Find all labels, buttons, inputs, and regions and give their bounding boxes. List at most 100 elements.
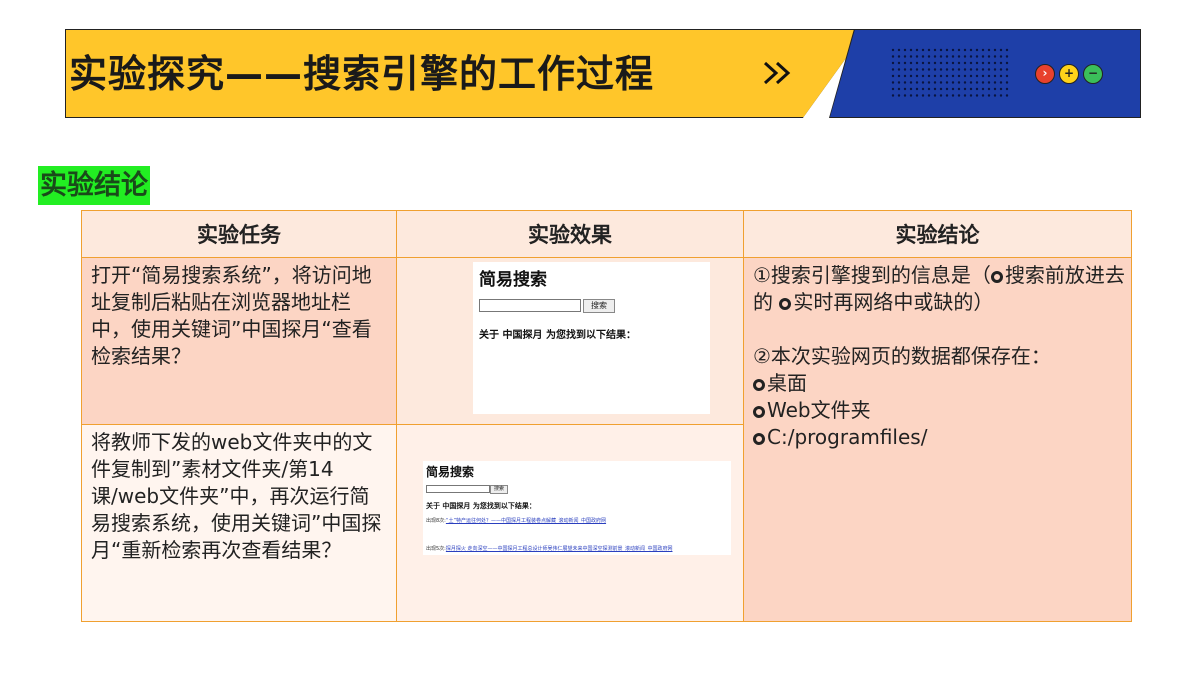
option-desktop[interactable]: 桌面 [753,370,1125,397]
decoration-dot [981,87,985,91]
decoration-dot [927,94,931,97]
decoration-dot [933,94,937,97]
screenshot-title: 简易搜索 [479,270,547,290]
decoration-dot [927,68,931,71]
task-text-2: 将教师下发的web文件夹中的文件复制到”素材文件夹/第14课/web文件夹”中，… [91,430,382,562]
decoration-dot [927,48,931,52]
decoration-dot [957,81,961,84]
decoration-dot [987,55,991,58]
radio-circle-icon[interactable] [753,379,765,391]
result-line-2: 出现5次:探月探火 走向深空——中国探月工程总设计师吴伟仁展望未来中国深空探测前… [426,546,673,552]
decoration-dot [993,48,997,52]
decoration-dot [903,48,907,52]
decoration-dot [933,48,937,52]
screenshot-search-input [479,299,581,312]
decoration-dot [951,48,955,52]
q1-option-2: 实时再网络中或缺的） [793,290,994,314]
decoration-dot [999,55,1003,58]
radio-circle-icon[interactable] [753,406,765,418]
decoration-dot [939,68,943,71]
decoration-dot [993,87,997,91]
decoration-dot [927,81,931,84]
decoration-dot [1005,55,1009,58]
minus-icon[interactable]: − [1083,64,1103,84]
radio-circle-icon[interactable] [753,433,765,445]
decoration-dot [975,87,979,91]
decoration-dot [945,68,949,71]
conclusion-text: ①搜索引擎搜到的信息是（ 搜索前放进去的 实时再网络中或缺的） ②本次实验网页的数… [744,258,1131,451]
decoration-dot [933,81,937,84]
decoration-dot [891,94,895,97]
decoration-dot [987,48,991,52]
decoration-dot [969,68,973,71]
decoration-dot [999,48,1003,52]
table-header-row: 实验任务 实验效果 实验结论 [81,210,1132,258]
table-row: 打开“简易搜索系统”，将访问地址复制后粘贴在浏览器地址栏中，使用关键词”中国探月… [81,257,1132,622]
decoration-dot [993,94,997,97]
decoration-dot [963,74,967,78]
decoration-dot [951,87,955,91]
decoration-dot [921,87,925,91]
decoration-dot [975,81,979,84]
decoration-dot [909,55,913,58]
radio-circle-icon[interactable] [990,271,1003,283]
decoration-dot [939,87,943,91]
q2-text: ②本次实验网页的数据都保存在： [753,344,1051,368]
decoration-dot [939,81,943,84]
decoration-dot [963,81,967,84]
decoration-dot [891,68,895,71]
decoration-dot [897,74,901,78]
decoration-dot [981,55,985,58]
decoration-dot [921,48,925,52]
option-web-folder[interactable]: Web文件夹 [753,397,1125,424]
decoration-dot [975,68,979,71]
section-tag: 实验结论 [38,166,150,205]
decoration-dot [999,87,1003,91]
plus-icon[interactable]: + [1059,64,1079,84]
result-line-1: 出现8次:“土”特产运往何处？——中国探月工程装卷点解藏_滚动新闻_中国政府网 [426,518,607,524]
decoration-dot [987,68,991,71]
decoration-dot [963,87,967,91]
decoration-dot [951,68,955,71]
decoration-dot [945,94,949,97]
decoration-dot [957,74,961,78]
decoration-dot [957,87,961,91]
decoration-dot [915,55,919,58]
decoration-dot [945,61,949,65]
decoration-dot [981,81,985,84]
decoration-dot [993,61,997,65]
decoration-dot [945,48,949,52]
decoration-dot [891,55,895,58]
decoration-dot [915,61,919,65]
decoration-dot [921,74,925,78]
decoration-dot [915,48,919,52]
decoration-dot [963,55,967,58]
decoration-dot [933,74,937,78]
close-icon[interactable]: › [1035,64,1055,84]
radio-circle-icon[interactable] [779,298,792,310]
result-link-2[interactable]: 探月探火 走向深空——中国探月工程总设计师吴伟仁展望未来中国深空探测前景_滚动新… [446,546,673,552]
title-banner: 实验探究——搜索引擎的工作过程 › + − [65,29,1141,118]
decoration-dot [999,68,1003,71]
decoration-dot [951,61,955,65]
screenshot-result-text: 关于 中国探月 为您找到以下结果： [479,330,636,341]
decoration-dot [897,68,901,71]
decoration-dot [921,94,925,97]
decoration-dot [933,55,937,58]
decoration-dot [891,74,895,78]
decoration-dot [945,81,949,84]
decoration-dot [903,87,907,91]
decoration-dot [933,68,937,71]
decoration-dot [975,94,979,97]
option-program-files[interactable]: C:/programfiles/ [753,424,1125,451]
decoration-dot [975,55,979,58]
decoration-dot [939,94,943,97]
decoration-dot [975,61,979,65]
decoration-dot [909,87,913,91]
double-chevron-icon[interactable] [762,59,796,87]
decoration-dot [1005,94,1009,97]
decoration-dot [981,94,985,97]
result-link-1[interactable]: “土”特产运往何处？——中国探月工程装卷点解藏_滚动新闻_中国政府网 [446,518,606,524]
decoration-dot [897,55,901,58]
decoration-dot [897,81,901,84]
